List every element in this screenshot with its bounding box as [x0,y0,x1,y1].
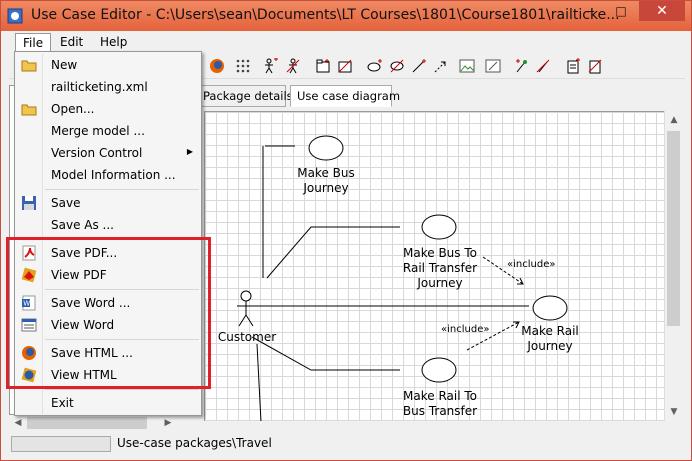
use-case-label: Make Bus To Rail Transfer Journey [402,246,478,290]
open-folder-icon [21,104,37,116]
delete-actor-icon[interactable] [285,58,301,74]
delete-package-icon[interactable] [337,58,353,74]
use-case-ellipse[interactable] [421,214,457,240]
scroll-thumb[interactable] [667,131,680,326]
use-case-ellipse[interactable] [308,135,344,161]
delete-note-icon[interactable] [587,58,603,74]
diagram-vertical-scrollbar[interactable]: ▲ ▼ [664,111,682,421]
maximize-button[interactable]: □ [607,1,635,21]
add-actor-icon[interactable] [263,58,279,74]
scroll-left-arrow[interactable]: ◀ [9,414,27,432]
menu-item-open[interactable]: Open... [15,98,201,120]
scroll-down-arrow[interactable]: ▼ [665,403,683,421]
use-case-ellipse[interactable] [421,357,457,383]
minimize-button[interactable]: ‒ [577,1,605,21]
actor-figure[interactable] [237,290,255,327]
use-case-label: Make Rail To Bus Transfer [402,389,478,418]
add-link-icon[interactable] [513,58,529,74]
status-progress [11,436,111,452]
status-bar: Use-case packages\Travel [9,434,685,454]
scroll-thumb[interactable] [27,417,147,429]
include-label: «include» [441,324,490,335]
use-case-label: Make Rail Journey [521,324,579,353]
highlight-annotation [6,237,211,389]
app-icon [7,8,23,24]
floppy-disk-icon [22,196,36,210]
menu-edit[interactable]: Edit [53,33,90,52]
menu-item-save-as[interactable]: Save As ... [15,214,201,236]
menu-item-recent-file[interactable]: railticketing.xml [15,76,201,98]
tree-horizontal-scrollbar[interactable]: ◀ ▶ [9,415,194,431]
association-line[interactable] [256,343,262,421]
include-label: «include» [507,259,556,270]
menu-bar: File Edit Help [9,32,685,52]
open-folder-icon [21,60,37,72]
image-edit-icon[interactable] [485,58,501,74]
menu-item-version-control[interactable]: Version Control ▶ [15,142,201,164]
delete-use-case-icon[interactable] [389,58,405,74]
add-include-icon[interactable] [433,58,449,74]
delete-link-icon[interactable] [535,58,551,74]
actor-label: Customer [217,330,277,344]
menu-file[interactable]: File [15,33,52,52]
close-button[interactable]: ✕ [639,1,685,21]
menu-separator [45,389,199,390]
association-line[interactable] [266,226,400,279]
scroll-right-arrow[interactable]: ▶ [159,414,177,432]
add-association-icon[interactable] [411,58,427,74]
scroll-up-arrow[interactable]: ▲ [665,111,683,129]
firefox-icon[interactable] [209,58,225,74]
use-case-ellipse[interactable] [532,295,568,321]
menu-item-merge-model[interactable]: Merge model ... [15,120,201,142]
add-package-icon[interactable] [315,58,331,74]
submenu-arrow-icon: ▶ [186,147,193,156]
menu-separator [45,189,199,190]
app-window: Use Case Editor - C:\Users\sean\Document… [0,0,692,461]
add-note-icon[interactable] [565,58,581,74]
image-icon[interactable] [459,58,475,74]
title-bar[interactable]: Use Case Editor - C:\Users\sean\Document… [1,1,691,31]
menu-help[interactable]: Help [93,33,134,52]
use-case-label: Make Bus Journey [297,166,355,195]
diagram-canvas[interactable]: Make Bus Journey Make Bus To Rail Transfer… [204,111,664,421]
window-title: Use Case Editor - C:\Users\sean\Document… [31,7,620,23]
menu-item-save[interactable]: Save [15,192,201,214]
add-use-case-icon[interactable] [367,58,383,74]
menu-item-model-information[interactable]: Model Information ... [15,164,201,186]
status-text: Use-case packages\Travel [117,436,272,450]
grid-icon[interactable] [235,58,251,74]
menu-item-exit[interactable]: Exit [15,392,201,414]
tab-package-details[interactable]: Package details [196,85,293,107]
tab-use-case-diagram[interactable]: Use case diagram [290,85,400,107]
menu-item-new[interactable]: New [15,54,201,76]
